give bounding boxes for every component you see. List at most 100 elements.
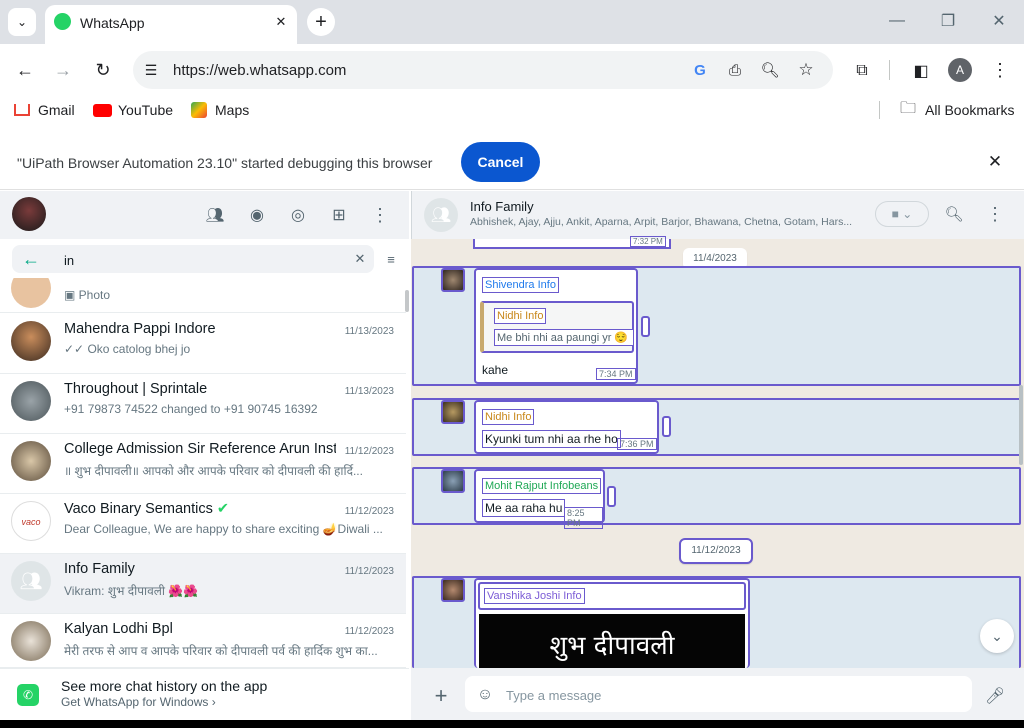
group-members: Abhishek, Ajay, Ajju, Ankit, Aparna, Arp… [470, 216, 853, 228]
chat-avatar: vaco [11, 501, 51, 541]
reload-icon[interactable]: ↻ [92, 59, 114, 81]
chat-snippet: मेरी तरफ से आप व आपके परिवार को दीपावली … [64, 644, 378, 658]
close-infobar-icon[interactable]: ✕ [985, 152, 1005, 172]
maps-icon [191, 102, 207, 118]
screen-bottom-edge [0, 720, 1024, 728]
forward-icon[interactable]: → [52, 59, 74, 81]
chat-row[interactable]: vaco Vaco Binary Semantics ✔ 11/12/2023 … [0, 494, 406, 554]
my-profile-avatar[interactable] [12, 197, 46, 231]
banner-subtitle[interactable]: Get WhatsApp for Windows › [61, 695, 216, 709]
message-scrollbar[interactable] [1019, 385, 1023, 465]
url-text: https://web.whatsapp.com [173, 62, 347, 79]
diwali-image[interactable]: शुभ दीपावली [479, 614, 745, 670]
chat-list-scrollbar[interactable] [405, 290, 409, 312]
banner-subtitle-text: Get WhatsApp for Windows [61, 695, 209, 709]
new-chat-icon[interactable]: ⊞ [328, 204, 350, 226]
chat-snippet: ▣ Photo [64, 288, 110, 302]
reaction-handle[interactable] [607, 486, 616, 507]
chat-row-selected[interactable]: 👥︎ Info Family 11/12/2023 Vikram: शुभ दी… [0, 554, 406, 614]
verified-icon: ✔ [216, 501, 230, 517]
folder-icon: 🗀 [899, 99, 916, 117]
cancel-debug-button[interactable]: Cancel [461, 142, 540, 182]
install-app-icon[interactable]: ⎙ [725, 60, 745, 80]
chat-row-partial[interactable]: ▣ Photo [0, 278, 406, 313]
zoom-icon[interactable]: 🔍︎ [760, 60, 780, 80]
chat-date: 11/12/2023 [344, 446, 394, 457]
chat-row[interactable]: College Admission Sir Reference Arun Ins… [0, 434, 406, 494]
sender-avatar[interactable] [441, 469, 465, 493]
sender-frame: Vanshika Joshi Info [478, 582, 746, 610]
gmail-icon [14, 104, 30, 116]
back-arrow-icon[interactable]: ← [20, 248, 42, 270]
chat-name: Info Family [64, 561, 135, 577]
chat-snippet: ॥ शुभ दीपावली॥ आपको और आपके परिवार को दी… [64, 464, 363, 478]
chat-name: College Admission Sir Reference Arun Ins… [64, 441, 336, 457]
communities-icon[interactable]: 👥︎ [204, 204, 226, 226]
chat-snippet: Dear Colleague, We are happy to share ex… [64, 522, 383, 536]
quoted-message[interactable]: Nidhi Info Me bhi nhi aa paungi yr 😌 [480, 301, 634, 353]
chat-name: Kalyan Lodhi Bpl [64, 621, 173, 637]
chat-snippet: +91 79873 74522 changed to +91 90745 163… [64, 402, 318, 416]
search-messages-icon[interactable]: 🔍︎ [943, 203, 965, 225]
chat-row[interactable]: Kalyan Lodhi Bpl 11/12/2023 मेरी तरफ से … [0, 614, 406, 668]
emoji-icon[interactable]: ☺ [474, 684, 496, 706]
search-input[interactable]: in [64, 253, 74, 268]
whatsapp-icon: ✆ [17, 684, 39, 706]
chat-avatar [11, 381, 51, 421]
message-bubble: Vanshika Joshi Info शुभ दीपावली [474, 578, 750, 670]
all-bookmarks[interactable]: All Bookmarks [925, 102, 1014, 118]
restore-icon[interactable]: ❐ [937, 10, 959, 32]
message-sender[interactable]: Nidhi Info [482, 409, 535, 425]
message-time: 8:25 PM [564, 507, 603, 529]
microphone-icon[interactable]: 🎤︎ [984, 684, 1006, 708]
chat-snippet: ✓✓ Oko catolog bhej jo [64, 342, 191, 356]
message-text: Me aa raha hu [482, 499, 566, 517]
video-call-icon[interactable]: ■ ⌄ [875, 201, 929, 227]
quoted-sender: Nidhi Info [494, 308, 547, 324]
tab-search-chevron-icon[interactable]: ⌄ [8, 8, 36, 36]
chat-date: 11/13/2023 [344, 386, 394, 397]
bookmark-gmail[interactable]: Gmail [38, 102, 75, 118]
conversation-menu-icon[interactable]: ⋮ [984, 203, 1006, 225]
message-time: 7:34 PM [596, 368, 636, 380]
reaction-handle[interactable] [641, 316, 650, 337]
banner-title: See more chat history on the app [61, 678, 268, 694]
google-icon[interactable]: G [690, 60, 710, 80]
message-bubble: Mohit Rajput Infobeans Me aa raha hu 8:2… [474, 469, 605, 529]
chat-row[interactable]: Throughout | Sprintale 11/13/2023 +91 79… [0, 374, 406, 434]
scroll-down-icon[interactable]: ⌄ [980, 619, 1014, 653]
download-app-banner[interactable] [0, 668, 409, 720]
browser-menu-icon[interactable]: ⋮ [989, 59, 1011, 81]
sender-avatar[interactable] [441, 578, 465, 602]
reaction-handle[interactable] [662, 416, 671, 437]
back-icon[interactable]: ← [14, 59, 36, 81]
chat-date: 11/12/2023 [344, 626, 394, 637]
window-close-icon[interactable]: ✕ [988, 10, 1010, 32]
chat-row[interactable]: Mahendra Pappi Indore 11/13/2023 ✓✓ Oko … [0, 314, 406, 374]
side-panel-icon[interactable]: ◧ [910, 60, 932, 82]
channels-icon[interactable]: ◎ [287, 204, 309, 226]
sender-avatar[interactable] [441, 268, 465, 292]
message-sender[interactable]: Mohit Rajput Infobeans [482, 478, 602, 494]
message-time: 7:32 PM [630, 236, 666, 247]
message-sender[interactable]: Vanshika Joshi Info [484, 588, 585, 604]
bookmark-youtube[interactable]: YouTube [118, 102, 173, 118]
clear-search-icon[interactable]: ✕ [351, 250, 369, 268]
status-icon[interactable]: ◉ [246, 204, 268, 226]
close-tab-icon[interactable]: ✕ [272, 13, 290, 31]
extensions-icon[interactable]: ⧉ [851, 60, 873, 82]
group-avatar-icon[interactable]: 👥︎ [424, 198, 458, 232]
debug-message: "UiPath Browser Automation 23.10" starte… [17, 155, 433, 171]
minimize-icon[interactable]: — [886, 10, 908, 32]
message-input[interactable]: Type a message [506, 688, 601, 703]
profile-avatar[interactable]: A [948, 58, 972, 82]
menu-icon[interactable]: ⋮ [369, 204, 391, 226]
sender-avatar[interactable] [441, 400, 465, 424]
filter-icon[interactable]: ≡ [382, 250, 400, 268]
bookmark-star-icon[interactable]: ☆ [796, 60, 816, 80]
attach-icon[interactable]: + [429, 683, 453, 708]
bookmark-maps[interactable]: Maps [215, 102, 249, 118]
new-tab-icon[interactable]: + [307, 8, 335, 36]
message-sender[interactable]: Shivendra Info [482, 277, 559, 293]
site-info-icon[interactable]: ☰ [141, 60, 161, 80]
